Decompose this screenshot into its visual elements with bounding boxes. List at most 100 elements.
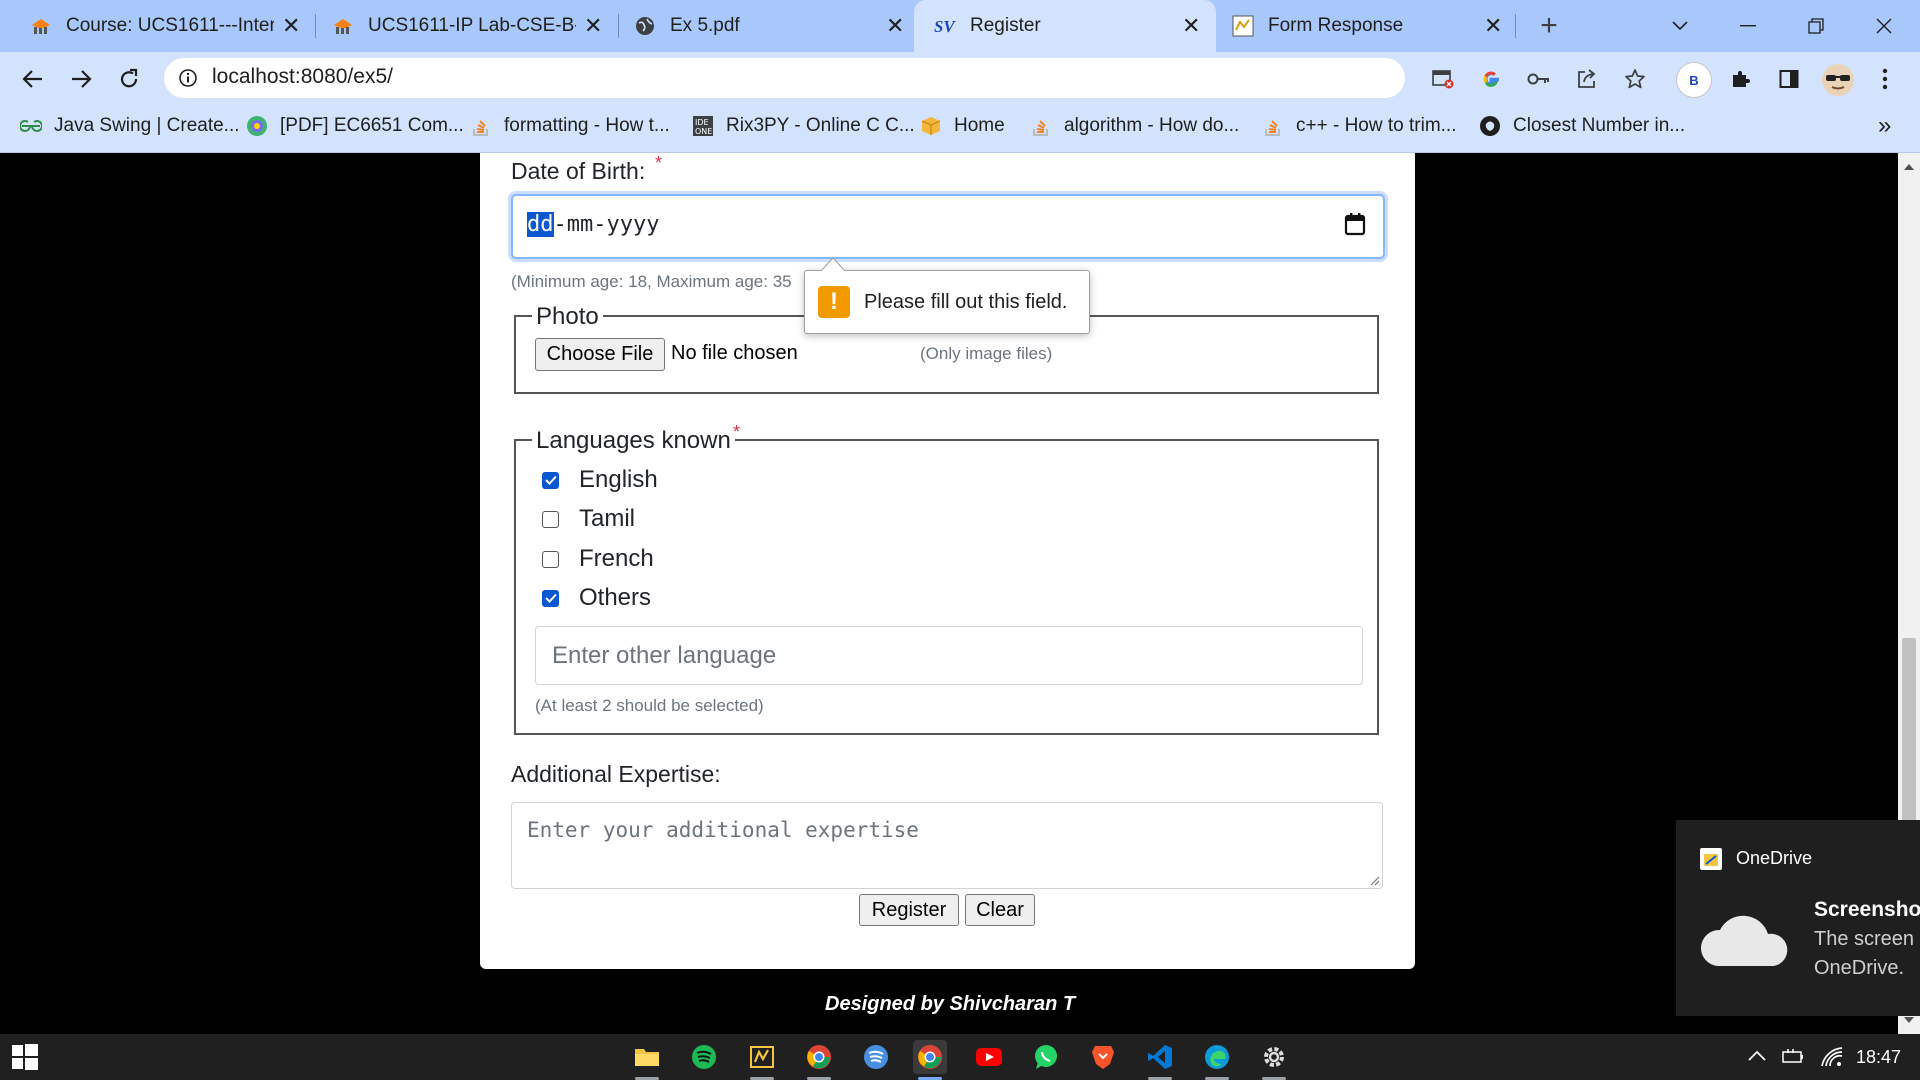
language-label: French <box>579 545 654 572</box>
checkbox-checked[interactable] <box>542 589 559 607</box>
brave-icon[interactable] <box>1086 1040 1120 1074</box>
checkbox-checked[interactable] <box>542 471 559 489</box>
onedrive-notification[interactable]: OneDrive Screensho The screen OneDrive. <box>1676 820 1920 1016</box>
close-icon[interactable]: ✕ <box>282 13 300 39</box>
settings-icon[interactable] <box>1257 1040 1291 1080</box>
bookmark-item[interactable]: IDE ONE Rix3PY - Online C C... <box>692 114 915 138</box>
tab-form-response[interactable]: Form Response ✕ <box>1232 0 1510 52</box>
forward-icon[interactable] <box>64 62 98 96</box>
footer-credit: Designed by Shivcharan T <box>825 993 1076 1015</box>
notification-line-1: The screen <box>1814 928 1915 950</box>
profile-avatar-icon[interactable] <box>1820 62 1856 98</box>
side-panel-icon[interactable] <box>1774 64 1804 94</box>
choose-file-button[interactable]: Choose File <box>535 338 665 371</box>
share-icon[interactable] <box>1572 64 1602 94</box>
tomcat-icon <box>1232 15 1254 37</box>
bookmarks-overflow-icon[interactable]: » <box>1878 112 1891 139</box>
language-option-english[interactable]: English <box>542 465 658 495</box>
language-label: Others <box>579 584 652 611</box>
validation-tooltip: ! Please fill out this field. <box>804 270 1090 334</box>
whatsapp-icon[interactable] <box>1029 1040 1063 1074</box>
language-option-others[interactable]: Others <box>542 583 651 613</box>
stackoverflow-icon <box>1262 115 1284 137</box>
calendar-icon[interactable] <box>1344 212 1370 238</box>
vscode-icon[interactable] <box>1143 1040 1177 1080</box>
close-icon[interactable]: ✕ <box>886 13 904 39</box>
bookmark-label: c++ - How to trim... <box>1296 115 1457 136</box>
close-icon[interactable]: ✕ <box>584 13 602 39</box>
url-text[interactable]: localhost:8080/ex5/ <box>212 65 393 89</box>
back-icon[interactable] <box>16 62 50 96</box>
new-tab-icon[interactable]: + <box>1533 9 1565 42</box>
bookmark-item[interactable]: formatting - How t... <box>470 114 670 138</box>
reload-icon[interactable] <box>112 62 146 96</box>
bookmark-item[interactable]: algorithm - How do... <box>1030 114 1239 138</box>
bookmark-label: Closest Number in... <box>1513 115 1686 136</box>
checkbox-unchecked[interactable] <box>542 550 559 568</box>
file-explorer-icon[interactable] <box>630 1040 664 1080</box>
extension-profile-icon[interactable]: B <box>1676 62 1712 98</box>
resize-handle-icon[interactable] <box>1368 874 1380 886</box>
bookmark-item[interactable]: Closest Number in... <box>1479 114 1685 138</box>
dob-rest-segment[interactable]: -mm-yyyy <box>554 212 660 237</box>
info-icon[interactable] <box>176 66 200 90</box>
languages-list: English Tamil French Others <box>542 465 1142 611</box>
language-option-tamil[interactable]: Tamil <box>542 504 635 534</box>
page-viewport: Date of Birth: * dd -mm-yyyy (Minimum age… <box>0 153 1898 1034</box>
required-mark: * <box>733 422 741 442</box>
bookmark-item[interactable]: Home <box>920 114 1005 138</box>
cloud-icon <box>1698 908 1792 968</box>
bookmark-item[interactable]: [PDF] EC6651 Com... <box>246 114 464 138</box>
popup-blocked-icon[interactable] <box>1428 64 1458 94</box>
moodle-icon <box>30 15 52 37</box>
scroll-up-icon[interactable] <box>1904 163 1914 170</box>
bookmark-item[interactable]: c++ - How to trim... <box>1262 114 1456 138</box>
minimize-icon[interactable] <box>1730 8 1766 44</box>
wifi-icon[interactable] <box>1820 1046 1844 1068</box>
tab-search-icon[interactable] <box>1664 10 1696 42</box>
password-key-icon[interactable] <box>1524 64 1554 94</box>
spotify-icon[interactable] <box>687 1040 721 1074</box>
scroll-down-icon[interactable] <box>1904 1017 1914 1024</box>
extensions-puzzle-icon[interactable] <box>1726 64 1756 94</box>
other-language-input[interactable]: Enter other language <box>535 626 1363 685</box>
bookmark-item[interactable]: Java Swing | Create... <box>20 114 240 138</box>
dob-day-segment[interactable]: dd <box>527 212 554 237</box>
clock-time[interactable]: 18:47 <box>1856 1047 1901 1068</box>
ideone-icon: IDE ONE <box>692 115 714 137</box>
expertise-textarea[interactable]: Enter your additional expertise <box>511 802 1383 889</box>
tab-register[interactable]: SV Register ✕ <box>914 0 1216 52</box>
bookmark-label: formatting - How t... <box>504 115 670 136</box>
spotify-alt-icon[interactable] <box>859 1040 893 1074</box>
register-button[interactable]: Register <box>859 894 959 926</box>
chrome-icon[interactable] <box>802 1040 836 1080</box>
battery-icon[interactable] <box>1780 1047 1806 1067</box>
edge-icon[interactable] <box>1200 1040 1234 1080</box>
menu-kebab-icon[interactable] <box>1870 64 1900 94</box>
bookmark-label: Home <box>954 115 1005 136</box>
clear-button[interactable]: Clear <box>965 894 1035 926</box>
google-icon[interactable] <box>1476 64 1506 94</box>
tab-course[interactable]: Course: UCS1611---Intern ✕ <box>30 0 310 52</box>
matlab-icon[interactable] <box>745 1040 779 1080</box>
bookmark-star-icon[interactable] <box>1620 64 1650 94</box>
chrome-active-icon[interactable] <box>913 1040 947 1080</box>
gfg-icon <box>20 115 42 137</box>
tab-ex5-pdf[interactable]: Ex 5.pdf ✕ <box>634 0 914 52</box>
onedrive-app-icon <box>1700 848 1722 870</box>
checkbox-unchecked[interactable] <box>542 510 559 528</box>
box-icon <box>920 115 942 137</box>
expertise-placeholder: Enter your additional expertise <box>527 818 919 842</box>
tab-lab[interactable]: UCS1611-IP Lab-CSE-B-23 ✕ <box>332 0 612 52</box>
expertise-label: Additional Expertise: <box>511 761 721 787</box>
dob-input[interactable]: dd -mm-yyyy <box>511 194 1385 259</box>
close-icon[interactable]: ✕ <box>1182 13 1200 39</box>
bookmark-label: [PDF] EC6651 Com... <box>280 115 464 136</box>
restore-icon[interactable] <box>1798 8 1834 44</box>
close-window-icon[interactable] <box>1866 8 1902 44</box>
tray-chevron-icon[interactable] <box>1748 1049 1768 1065</box>
close-icon[interactable]: ✕ <box>1484 13 1502 39</box>
youtube-icon[interactable] <box>972 1040 1006 1074</box>
windows-start-icon[interactable] <box>12 1044 38 1070</box>
language-option-french[interactable]: French <box>542 544 654 574</box>
